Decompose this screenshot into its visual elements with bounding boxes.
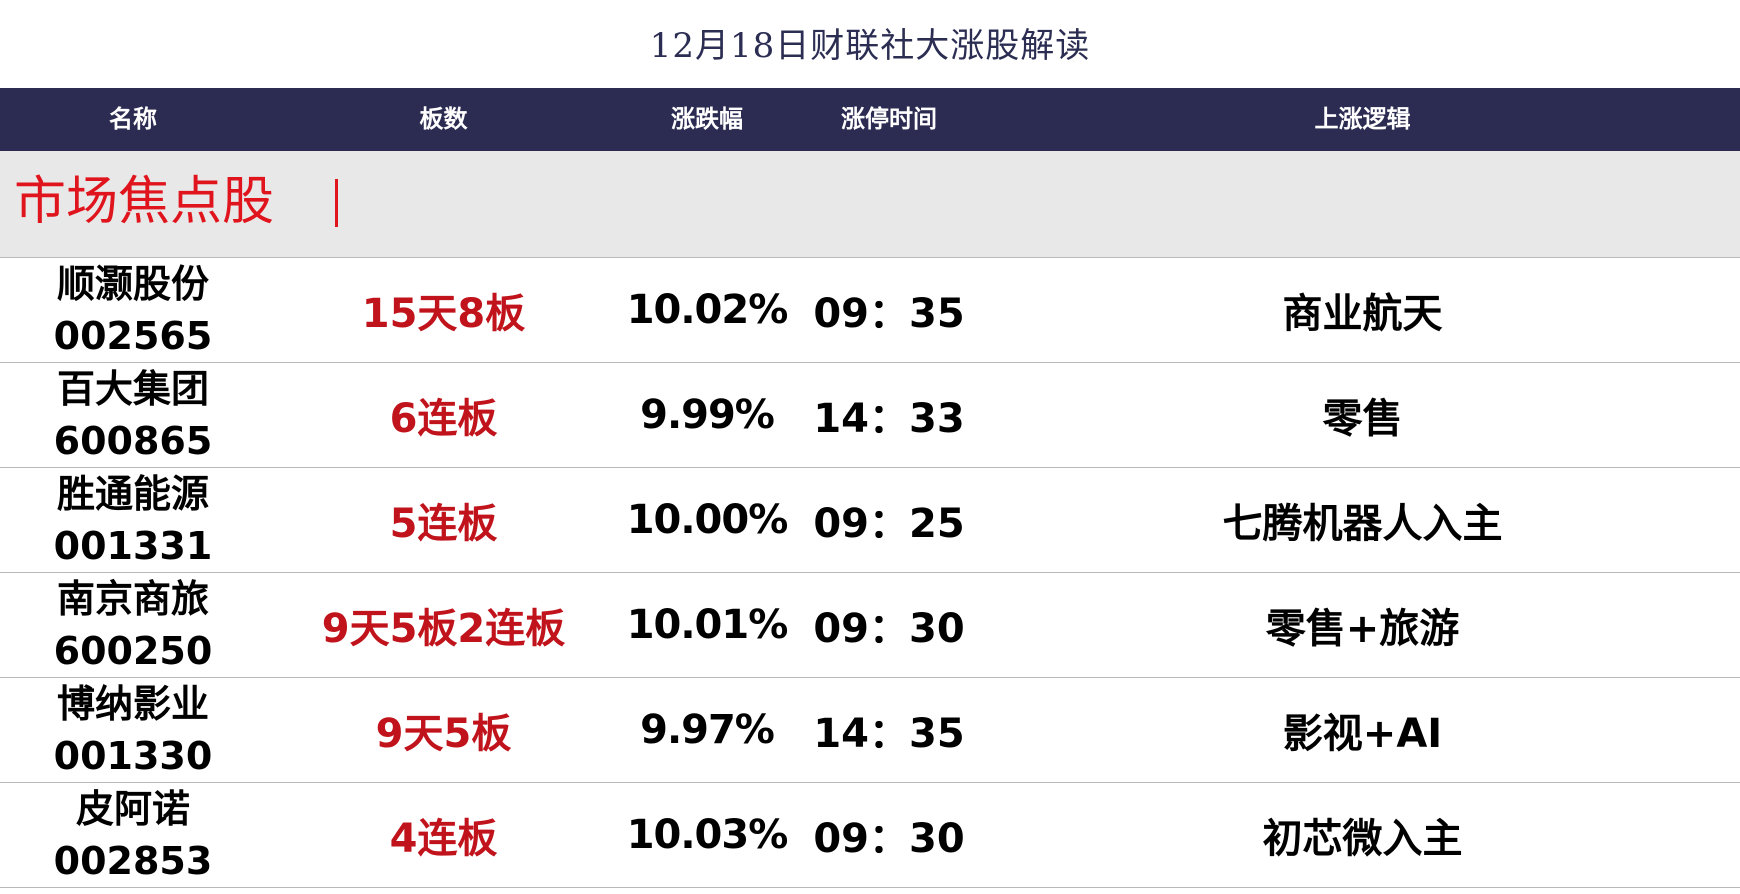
logic-value: 零售+旅游 bbox=[1265, 606, 1460, 652]
table-row: 顺灏股份 002565 15天8板 10.02% 09：35 商业航天 bbox=[0, 258, 1740, 363]
header-name: 名称 bbox=[109, 105, 157, 133]
stock-table: 名称 板数 涨跌幅 涨停时间 上涨逻辑 市场焦点股 顺灏股份 002565 15… bbox=[0, 88, 1740, 888]
section-title: 市场焦点股 bbox=[14, 172, 275, 232]
change-value: 10.00% bbox=[626, 497, 789, 543]
header-limit-time: 涨停时间 bbox=[841, 105, 937, 133]
limit-time-value: 14：35 bbox=[813, 711, 965, 757]
section-divider-bar bbox=[335, 179, 338, 227]
logic-value: 七腾机器人入主 bbox=[1222, 501, 1503, 547]
stock-name-cell: 顺灏股份 002565 bbox=[0, 258, 266, 362]
stock-name-cell: 南京商旅 600250 bbox=[0, 573, 266, 677]
stock-name-cell: 博纳影业 001330 bbox=[0, 678, 266, 782]
stock-code: 001331 bbox=[53, 524, 213, 568]
stock-code: 600865 bbox=[53, 419, 213, 463]
table-row: 胜通能源 001331 5连板 10.00% 09：25 七腾机器人入主 bbox=[0, 468, 1740, 573]
boards-value: 15天8板 bbox=[361, 291, 526, 337]
header-boards: 板数 bbox=[419, 105, 468, 133]
header-logic: 上涨逻辑 bbox=[1314, 105, 1411, 133]
header-change: 涨跌幅 bbox=[671, 105, 743, 133]
section-header: 市场焦点股 bbox=[0, 151, 1740, 258]
limit-time-value: 14：33 bbox=[813, 396, 965, 442]
limit-time-value: 09：25 bbox=[813, 501, 965, 547]
stock-name: 百大集团 bbox=[56, 367, 209, 411]
stock-name: 顺灏股份 bbox=[56, 262, 209, 306]
boards-value: 9天5板2连板 bbox=[321, 606, 566, 652]
table-row: 南京商旅 600250 9天5板2连板 10.01% 09：30 零售+旅游 bbox=[0, 573, 1740, 678]
stock-code: 001330 bbox=[53, 734, 213, 778]
logic-value: 零售 bbox=[1322, 396, 1403, 442]
table-row: 博纳影业 001330 9天5板 9.97% 14：35 影视+AI bbox=[0, 678, 1740, 783]
boards-value: 4连板 bbox=[389, 816, 498, 862]
stock-name: 皮阿诺 bbox=[75, 787, 190, 831]
stock-name-cell: 百大集团 600865 bbox=[0, 363, 266, 467]
boards-value: 5连板 bbox=[389, 501, 498, 547]
page-title: 12月18日财联社大涨股解读 bbox=[649, 26, 1091, 66]
boards-value: 9天5板 bbox=[375, 711, 512, 757]
stock-code: 002853 bbox=[53, 839, 213, 883]
change-value: 10.02% bbox=[626, 287, 789, 333]
table-row: 百大集团 600865 6连板 9.99% 14：33 零售 bbox=[0, 363, 1740, 468]
change-value: 10.03% bbox=[626, 812, 789, 858]
change-value: 9.97% bbox=[640, 707, 775, 753]
change-value: 10.01% bbox=[626, 602, 789, 648]
stock-name-cell: 胜通能源 001331 bbox=[0, 468, 266, 572]
table-row: 皮阿诺 002853 4连板 10.03% 09：30 初芯微入主 bbox=[0, 783, 1740, 888]
stock-name-cell: 皮阿诺 002853 bbox=[0, 783, 266, 887]
logic-value: 影视+AI bbox=[1282, 711, 1443, 757]
stock-code: 002565 bbox=[53, 314, 213, 358]
stock-name: 南京商旅 bbox=[56, 577, 209, 621]
logic-value: 商业航天 bbox=[1282, 291, 1443, 337]
stock-name: 博纳影业 bbox=[56, 682, 209, 726]
change-value: 9.99% bbox=[640, 392, 775, 438]
boards-value: 6连板 bbox=[389, 396, 498, 442]
table-header: 名称 板数 涨跌幅 涨停时间 上涨逻辑 bbox=[0, 88, 1740, 151]
stock-code: 600250 bbox=[53, 629, 213, 673]
stock-name: 胜通能源 bbox=[56, 472, 209, 516]
limit-time-value: 09：30 bbox=[813, 606, 965, 652]
limit-time-value: 09：35 bbox=[813, 291, 965, 337]
logic-value: 初芯微入主 bbox=[1262, 816, 1463, 862]
limit-time-value: 09：30 bbox=[813, 816, 965, 862]
